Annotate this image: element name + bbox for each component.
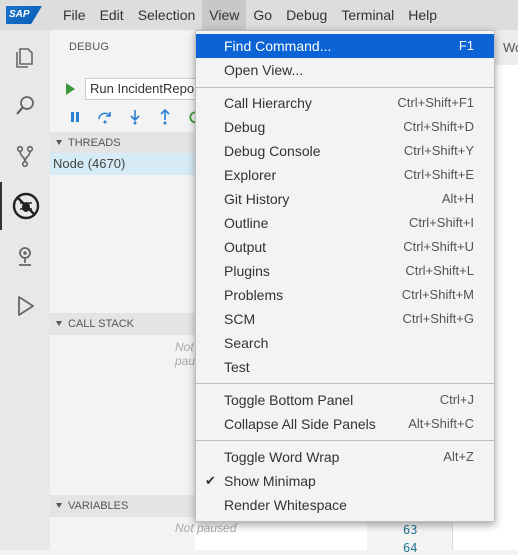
checkmark-icon: ✔ bbox=[205, 473, 216, 488]
menu-item-shortcut: Ctrl+Shift+D bbox=[403, 119, 474, 134]
menu-item-shortcut: Ctrl+Shift+L bbox=[405, 263, 474, 278]
menu-item-render-whitespace[interactable]: Render Whitespace bbox=[196, 493, 494, 517]
menu-item-shortcut: Alt+H bbox=[441, 191, 474, 206]
menu-item-label: SCM bbox=[224, 311, 256, 327]
menu-item-plugins[interactable]: Plugins Ctrl+Shift+L bbox=[196, 259, 494, 283]
menu-item-toggle-bottom-panel[interactable]: Toggle Bottom Panel Ctrl+J bbox=[196, 388, 494, 412]
menu-item-label: Explorer bbox=[224, 167, 277, 183]
menu-item-toggle-word-wrap[interactable]: Toggle Word Wrap Alt+Z bbox=[196, 445, 494, 469]
menu-item-open-view[interactable]: Open View... bbox=[196, 58, 494, 82]
git-icon[interactable] bbox=[0, 132, 50, 180]
threads-title: THREADS bbox=[68, 137, 121, 149]
menu-item-shortcut: Ctrl+Shift+I bbox=[408, 215, 474, 230]
menu-item-label: Find Command... bbox=[224, 38, 332, 54]
activity-bar bbox=[0, 30, 50, 550]
menu-item-show-minimap[interactable]: ✔ Show Minimap bbox=[196, 469, 494, 493]
step-into-icon[interactable] bbox=[126, 108, 144, 126]
line-number: 64 bbox=[403, 541, 418, 555]
menu-item-label: Outline bbox=[224, 215, 269, 231]
threads-header[interactable]: THREADS bbox=[50, 132, 195, 154]
menu-item-shortcut: F1 bbox=[458, 38, 474, 53]
menu-item-label: Git History bbox=[224, 191, 290, 207]
menu-selection[interactable]: Selection bbox=[131, 0, 203, 30]
step-over-icon[interactable] bbox=[96, 108, 114, 126]
menu-item-explorer[interactable]: Explorer Ctrl+Shift+E bbox=[196, 163, 494, 187]
menu-item-label: Debug bbox=[224, 119, 266, 135]
menu-item-label: Test bbox=[224, 359, 250, 375]
menu-item-debug[interactable]: Debug Ctrl+Shift+D bbox=[196, 115, 494, 139]
call-stack-title: CALL STACK bbox=[68, 318, 135, 330]
menu-item-label: Open View... bbox=[224, 62, 304, 78]
menu-help[interactable]: Help bbox=[401, 0, 444, 30]
menu-item-shortcut: Ctrl+Shift+U bbox=[403, 239, 474, 254]
menu-item-shortcut: Alt+Z bbox=[443, 449, 474, 464]
pause-icon[interactable] bbox=[66, 108, 84, 126]
run-icon[interactable] bbox=[0, 282, 50, 330]
variables-placeholder: Not paused bbox=[175, 521, 237, 535]
menu-item-shortcut: Alt+Shift+C bbox=[408, 416, 474, 431]
line-number: 63 bbox=[403, 523, 418, 537]
menu-item-scm[interactable]: SCM Ctrl+Shift+G bbox=[196, 307, 494, 331]
start-debug-icon[interactable] bbox=[66, 83, 75, 95]
menu-debug[interactable]: Debug bbox=[279, 0, 334, 30]
menu-item-collapse-side-panels[interactable]: Collapse All Side Panels Alt+Shift+C bbox=[196, 412, 494, 436]
menu-edit[interactable]: Edit bbox=[93, 0, 131, 30]
call-stack-header[interactable]: CALL STACK bbox=[50, 313, 195, 335]
debug-icon[interactable] bbox=[0, 182, 50, 230]
extensions-icon[interactable] bbox=[0, 232, 50, 280]
debug-toolbar bbox=[66, 108, 204, 126]
step-out-icon[interactable] bbox=[156, 108, 174, 126]
chevron-down-icon bbox=[56, 140, 62, 145]
explorer-icon[interactable] bbox=[0, 34, 50, 82]
menu-item-git-history[interactable]: Git History Alt+H bbox=[196, 187, 494, 211]
thread-item[interactable]: Node (4670) bbox=[50, 153, 195, 175]
menu-item-search[interactable]: Search bbox=[196, 331, 494, 355]
menu-item-shortcut: Ctrl+Shift+G bbox=[402, 311, 474, 326]
menu-item-label: Toggle Word Wrap bbox=[224, 449, 340, 465]
menu-item-label: Call Hierarchy bbox=[224, 95, 312, 111]
menu-item-test[interactable]: Test bbox=[196, 355, 494, 379]
menu-terminal[interactable]: Terminal bbox=[334, 0, 401, 30]
menu-item-label: Toggle Bottom Panel bbox=[224, 392, 354, 408]
menu-separator bbox=[196, 383, 494, 384]
menu-item-label: Search bbox=[224, 335, 269, 351]
menu-file[interactable]: File bbox=[56, 0, 93, 30]
menu-item-label: Problems bbox=[224, 287, 284, 303]
menu-bar: SAP File Edit Selection View Go Debug Te… bbox=[0, 0, 518, 30]
menu-item-outline[interactable]: Outline Ctrl+Shift+I bbox=[196, 211, 494, 235]
menu-item-shortcut: Ctrl+Shift+Y bbox=[403, 143, 474, 158]
menu-item-shortcut: Ctrl+Shift+F1 bbox=[397, 95, 474, 110]
menu-view[interactable]: View bbox=[202, 0, 247, 30]
menu-item-label: Plugins bbox=[224, 263, 270, 279]
menu-item-find-command[interactable]: Find Command... F1 bbox=[196, 34, 494, 58]
view-menu-dropdown: Find Command... F1 Open View... Call Hie… bbox=[195, 30, 495, 522]
chevron-down-icon bbox=[56, 503, 62, 508]
sidebar-title: DEBUG bbox=[69, 41, 110, 53]
menu-item-label: Debug Console bbox=[224, 143, 321, 159]
menu-item-debug-console[interactable]: Debug Console Ctrl+Shift+Y bbox=[196, 139, 494, 163]
debug-sidebar: DEBUG Run IncidentReporter THREADS Node … bbox=[50, 30, 214, 550]
menu-item-shortcut: Ctrl+Shift+E bbox=[403, 167, 474, 182]
menu-item-shortcut: Ctrl+J bbox=[439, 392, 474, 407]
menu-item-shortcut: Ctrl+Shift+M bbox=[401, 287, 474, 302]
chevron-down-icon bbox=[56, 321, 62, 326]
menu-item-label: Collapse All Side Panels bbox=[224, 416, 376, 432]
editor-tab[interactable]: Wo bbox=[495, 30, 518, 65]
menu-item-label: Output bbox=[224, 239, 267, 255]
menu-item-label: Show Minimap bbox=[224, 473, 316, 489]
run-config-select[interactable]: Run IncidentReporter bbox=[85, 78, 201, 100]
menu-separator bbox=[196, 87, 494, 88]
menu-item-problems[interactable]: Problems Ctrl+Shift+M bbox=[196, 283, 494, 307]
variables-title: VARIABLES bbox=[68, 500, 129, 512]
run-config-row: Run IncidentReporter bbox=[66, 78, 201, 100]
variables-header[interactable]: VARIABLES bbox=[50, 495, 195, 517]
search-icon[interactable] bbox=[0, 82, 50, 130]
menu-item-output[interactable]: Output Ctrl+Shift+U bbox=[196, 235, 494, 259]
menu-item-label: Render Whitespace bbox=[224, 497, 347, 513]
menu-separator bbox=[196, 440, 494, 441]
menu-item-call-hierarchy[interactable]: Call Hierarchy Ctrl+Shift+F1 bbox=[196, 91, 494, 115]
menu-go[interactable]: Go bbox=[246, 0, 279, 30]
sap-logo: SAP bbox=[6, 6, 42, 24]
